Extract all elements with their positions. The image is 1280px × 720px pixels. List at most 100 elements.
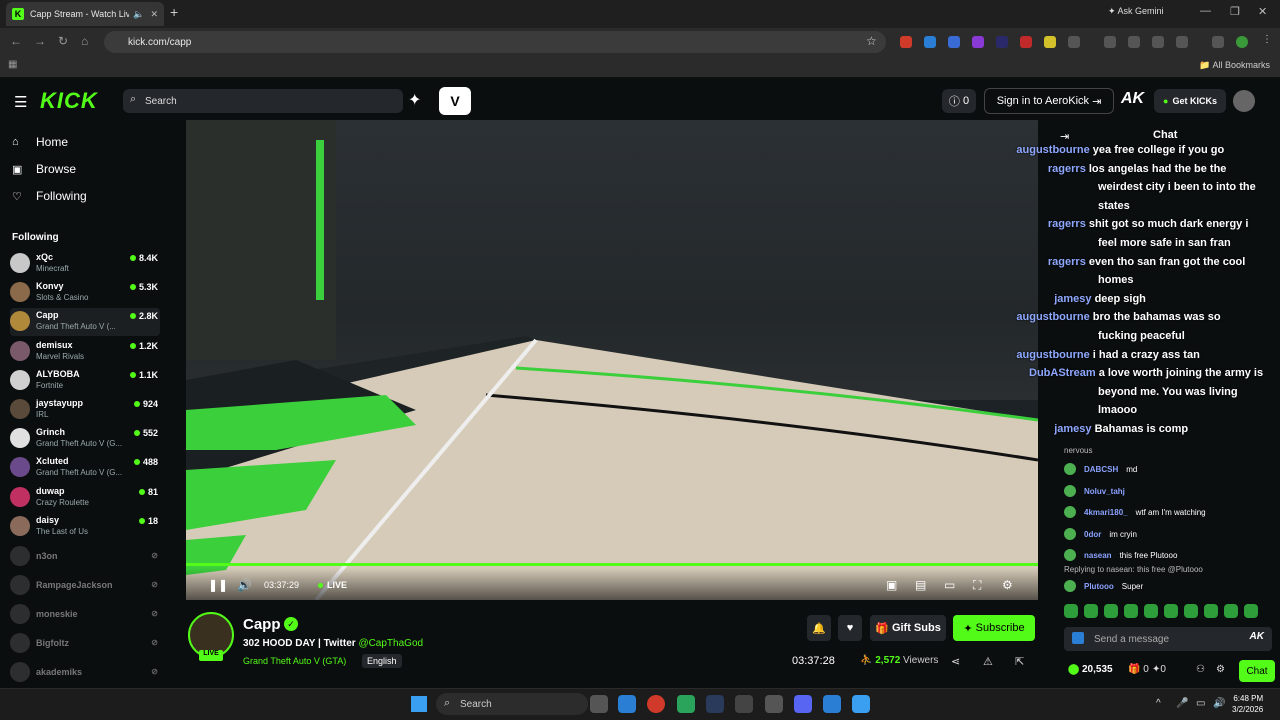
extension-icon[interactable] (924, 36, 936, 48)
back-icon[interactable]: ← (10, 34, 22, 48)
sidebar-channel-offline[interactable]: akademiks ⊘ (10, 659, 160, 687)
emote[interactable] (1184, 604, 1198, 618)
sidebar-channel-offline[interactable]: moneskie ⊘ (10, 601, 160, 629)
collapse-chat-icon[interactable]: ⇥ (1060, 130, 1069, 143)
download-icon[interactable] (1176, 36, 1188, 48)
taskbar-search[interactable]: ⌕ Search (436, 693, 588, 715)
ask-gemini-button[interactable]: ✦ Ask Gemini (1108, 6, 1164, 17)
close-window-icon[interactable]: ✕ (1258, 5, 1267, 18)
chat-username[interactable]: Plutooo (1084, 582, 1114, 591)
link-icon[interactable] (1128, 36, 1140, 48)
sidebar-channel[interactable]: Konvy Slots & Casino 5.3K (10, 279, 160, 307)
emote-row[interactable] (1064, 604, 1274, 620)
sidebar-channel[interactable]: Xcluted Grand Theft Auto V (G... 488 (10, 454, 160, 482)
extension-icon[interactable] (900, 36, 912, 48)
user-avatar[interactable] (1233, 90, 1255, 112)
aerokick-logo[interactable]: AK (1121, 90, 1144, 108)
sidebar-channel-offline[interactable]: RampageJackson ⊘ (10, 572, 160, 600)
home-icon[interactable]: ⌂ (81, 34, 88, 48)
user-icon[interactable]: ⚇ (1196, 664, 1205, 675)
extension-icon[interactable] (948, 36, 960, 48)
emote[interactable] (1244, 604, 1258, 618)
speaker-icon[interactable]: 🔈 (133, 9, 144, 20)
app-icon[interactable] (765, 695, 783, 713)
emote[interactable] (1124, 604, 1138, 618)
gift-subs-button[interactable]: 🎁 Gift Subs (870, 615, 946, 641)
chat-username[interactable]: ragerrs (1048, 218, 1086, 230)
chat-username[interactable]: 4kmari180_ (1084, 508, 1128, 517)
sidebar-channel-offline[interactable]: n3on ⊘ (10, 543, 160, 571)
chat-username[interactable]: 0dor (1084, 530, 1101, 539)
emote[interactable] (1084, 604, 1098, 618)
notification-bell-button[interactable]: 🔔 (807, 615, 831, 641)
chat-username[interactable]: ragerrs (1048, 256, 1086, 268)
mic-icon[interactable]: 🎤 (1176, 698, 1188, 709)
sidebar-channel[interactable]: daisy The Last of Us 18 (10, 513, 160, 541)
nav-following[interactable]: ♡ Following (12, 189, 87, 203)
task-view-icon[interactable] (590, 695, 608, 713)
nav-browse[interactable]: ▣ Browse (12, 162, 76, 176)
extension-icon[interactable] (1044, 36, 1056, 48)
report-icon[interactable]: ⚠ (983, 655, 993, 668)
sidebar-channel[interactable]: duwap Crazy Roulette 81 (10, 484, 160, 512)
chat-username[interactable]: augustbourne (1016, 144, 1089, 156)
browser-tab[interactable]: K Capp Stream - Watch Live ... 🔈 ✕ (6, 2, 164, 26)
video-player[interactable]: ❚❚ 🔊 03:37:29 LIVE ▣ ▤ ▭ ⛶ ⚙ (186, 120, 1038, 600)
subscribe-button[interactable]: ✦ Subscribe (953, 615, 1035, 641)
more-icon[interactable]: ⋮ (1262, 34, 1274, 46)
system-clock[interactable]: 6:48 PM 3/2/2026 (1232, 693, 1263, 715)
monitor-icon[interactable]: ▭ (1196, 698, 1205, 709)
game-category-link[interactable]: Grand Theft Auto V (GTA) (243, 656, 346, 666)
new-tab-icon[interactable]: + (170, 4, 178, 20)
emote[interactable] (1144, 604, 1158, 618)
sidebar-channel[interactable]: ALYBOBA Fortnite 1.1K (10, 367, 160, 395)
extension-icon[interactable] (972, 36, 984, 48)
extension-icon[interactable] (1020, 36, 1032, 48)
apps-grid-icon[interactable]: ▦ (8, 59, 17, 70)
steam-icon[interactable] (706, 695, 724, 713)
signin-button[interactable]: Sign in to AeroKick ⇥ (984, 88, 1114, 114)
chat-username[interactable]: jamesy (1054, 423, 1091, 435)
kick-logo[interactable]: KICK (40, 88, 98, 114)
url-bar[interactable]: kick.com/capp (104, 31, 886, 53)
hamburger-menu-icon[interactable]: ☰ (14, 93, 27, 111)
chat-username[interactable]: DubAStream (1029, 367, 1096, 379)
discord-icon[interactable] (794, 695, 812, 713)
sidebar-channel[interactable]: Capp Grand Theft Auto V (... 2.8K (10, 308, 160, 337)
sparkle-count-icon[interactable]: ✦0 (1152, 664, 1166, 675)
app-icon[interactable] (852, 695, 870, 713)
windows-start-icon[interactable] (411, 696, 427, 712)
extension-icon[interactable] (996, 36, 1008, 48)
sparkle-icon[interactable]: ✦ (408, 90, 421, 110)
minimize-icon[interactable]: — (1200, 5, 1211, 17)
clip-icon[interactable]: ▣ (886, 578, 897, 592)
emote[interactable] (1164, 604, 1178, 618)
emote[interactable] (1104, 604, 1118, 618)
app-icon[interactable] (735, 695, 753, 713)
get-kicks-button[interactable]: ● Get KICKs (1154, 89, 1226, 113)
emote[interactable] (1204, 604, 1218, 618)
sidebar-icon[interactable] (1104, 36, 1116, 48)
sidebar-channel-offline[interactable]: Bigfoltz ⊘ (10, 630, 160, 658)
menu-icon[interactable] (1212, 36, 1224, 48)
tray-chevron-icon[interactable]: ^ (1156, 698, 1161, 709)
forward-icon[interactable]: → (34, 34, 46, 48)
nav-home[interactable]: ⌂ Home (12, 135, 68, 149)
sidebar-channel[interactable]: Grinch Grand Theft Auto V (G... 552 (10, 425, 160, 453)
theater-mode-icon[interactable]: ▭ (944, 578, 955, 592)
edge-icon[interactable] (618, 695, 636, 713)
chat-settings-icon[interactable]: ⚙ (1216, 664, 1225, 675)
aerokick-input-logo[interactable]: AK (1250, 631, 1264, 642)
sidebar-channel[interactable]: xQc Minecraft 8.4K (10, 250, 160, 278)
gift-icon[interactable]: 🎁 0 (1128, 664, 1149, 675)
chat-send-button[interactable]: Chat (1239, 660, 1275, 682)
sidebar-channel[interactable]: jaystayupp IRL 924 (10, 396, 160, 424)
chat-username[interactable]: augustbourne (1016, 349, 1089, 361)
chat-username[interactable]: jamesy (1054, 293, 1091, 305)
search-input[interactable]: ⌕ Search (123, 89, 403, 113)
pause-icon[interactable]: ❚❚ (208, 578, 228, 592)
star-list-icon[interactable] (1152, 36, 1164, 48)
volume-icon[interactable]: 🔊 (237, 578, 252, 592)
miniplayer-icon[interactable]: ▤ (915, 578, 926, 592)
settings-gear-icon[interactable]: ⚙ (1002, 578, 1013, 592)
